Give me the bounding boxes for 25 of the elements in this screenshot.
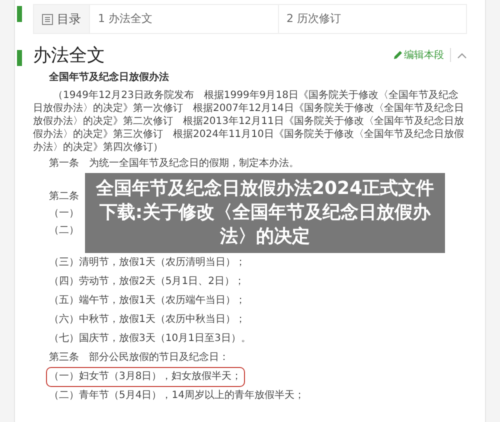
clause-text: （四）劳动节，放假2天（5月1日、2日）； (49, 276, 244, 287)
toc-link[interactable]: 1 办法全文 (89, 5, 278, 33)
title-banner: 全国年节及纪念日放假办法2024正式文件下载:关于修改〈全国年节及纪念日放假办法〉的决定 (85, 173, 445, 253)
list-icon (42, 14, 53, 24)
clause-text: （一） (49, 208, 79, 218)
toc-link[interactable]: 2 历次修订 (278, 5, 466, 33)
clause-text: （二）青年节（5月4日），14周岁以上的青年放假半天； (49, 390, 304, 401)
clause-text: （二） (49, 224, 79, 236)
preamble-paragraph: （1949年12月23日政务院发布 根据1999年9月18日《国务院关于修改〈全国年节及纪念日放假办法〉的决定》第一次修订 根据2007年12月14日《国务院关于修改〈全国年节及纪念日放假办法〉的决定》第二次修订 根据2013年12月11日《国务院关于修改〈全国年节及纪念日放假办法〉的决定》第三次修订 根据2024年11月10日《国务院关于修改〈全国年节及纪念日放假办法〉的决定》第四次修订） (33, 89, 465, 154)
clause-text: （六）中秋节，放假1天（农历中秋当日）； (49, 314, 246, 325)
clause-text: （三）清明节，放假1天（农历清明当日）； (49, 257, 246, 268)
clause-text: （五）端午节，放假1天（农历端午当日）； (49, 295, 246, 306)
clause-text: 第一条 为统一全国年节及纪念日的假期，制定本办法。 (49, 158, 299, 169)
section-marker (17, 50, 22, 66)
clause-text: （一）妇女节（3月8日），妇女放假半天； (49, 370, 242, 384)
document-title: 全国年节及纪念日放假办法 (49, 70, 170, 85)
section-marker (17, 6, 22, 22)
clause-text: （七）国庆节，放假3天（10月1日至3日）。 (49, 333, 251, 344)
edit-link[interactable]: 编辑本段 (394, 48, 444, 62)
clause-text: 第三条 部分公民放假的节日及纪念日： (49, 352, 229, 363)
section-title: 办法全文 (33, 44, 106, 68)
pencil-icon (394, 51, 402, 59)
toc-label: 目录 (57, 11, 81, 28)
clause-text: 第二条 (49, 190, 79, 202)
collapse-button[interactable] (457, 52, 467, 58)
